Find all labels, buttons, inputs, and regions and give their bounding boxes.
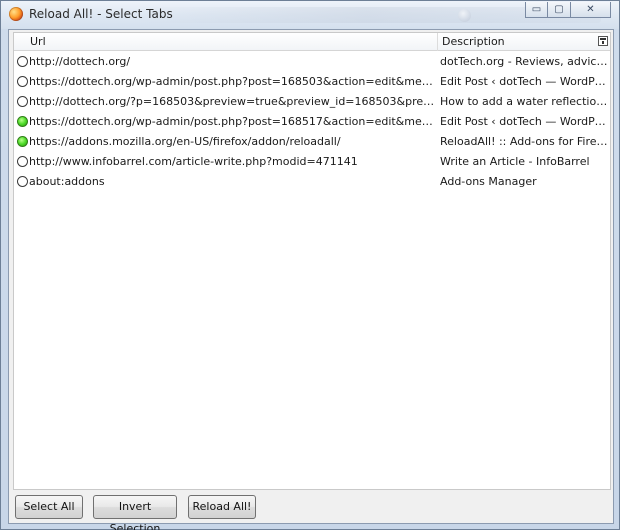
maximize-button[interactable]: ▢ [548, 2, 571, 18]
reload-all-button[interactable]: Reload All! [188, 495, 256, 519]
column-picker-icon[interactable] [598, 36, 608, 46]
row-select-radio[interactable] [17, 136, 28, 147]
row-select-radio[interactable] [17, 176, 28, 187]
window-title: Reload All! - Select Tabs [29, 7, 173, 21]
select-all-button[interactable]: Select All [15, 495, 83, 519]
window-controls: ▭ ▢ ✕ [525, 2, 611, 20]
column-header-description[interactable]: Description [438, 33, 594, 51]
background-ghost-icon [458, 9, 471, 22]
row-select-radio[interactable] [17, 96, 28, 107]
row-description: Edit Post ‹ dotTech — WordPress [440, 75, 608, 88]
row-description: Write an Article - InfoBarrel [440, 155, 590, 168]
tabs-list[interactable]: Url Description http://dottech.org/dotTe… [13, 32, 611, 490]
close-icon: ✕ [586, 3, 595, 15]
close-button[interactable]: ✕ [571, 2, 611, 18]
minimize-button[interactable]: ▭ [525, 2, 548, 18]
row-description: dotTech.org - Reviews, advice, tip... [440, 55, 608, 68]
row-url: https://dottech.org/wp-admin/post.php?po… [29, 115, 438, 128]
list-rows: http://dottech.org/dotTech.org - Reviews… [14, 52, 610, 192]
dialog-content: Url Description http://dottech.org/dotTe… [8, 29, 614, 530]
maximize-icon: ▢ [554, 3, 564, 15]
row-url: http://dottech.org/?p=168503&preview=tru… [29, 95, 438, 108]
button-bar: Select All Invert Selection Reload All! [9, 493, 613, 530]
table-row[interactable]: about:addons Add-ons Manager [14, 172, 610, 192]
row-url: https://dottech.org/wp-admin/post.php?po… [29, 75, 438, 88]
row-url: about:addons [29, 175, 105, 188]
row-description: How to add a water reflection effe... [440, 95, 608, 108]
row-url: http://www.infobarrel.com/article-write.… [29, 155, 358, 168]
table-row[interactable]: https://dottech.org/wp-admin/post.php?po… [14, 112, 610, 132]
table-row[interactable]: http://www.infobarrel.com/article-write.… [14, 152, 610, 172]
firefox-icon [9, 7, 23, 21]
column-header-url[interactable]: Url [14, 33, 438, 51]
row-url: http://dottech.org/ [29, 55, 131, 68]
row-description: ReloadAll! :: Add-ons for Firefox [440, 135, 608, 148]
invert-selection-button[interactable]: Invert Selection [93, 495, 177, 530]
table-row[interactable]: https://addons.mozilla.org/en-US/firefox… [14, 132, 610, 152]
row-description: Edit Post ‹ dotTech — WordPress [440, 115, 608, 128]
row-url: https://addons.mozilla.org/en-US/firefox… [29, 135, 341, 148]
title-bar[interactable]: Reload All! - Select Tabs ▭ ▢ ✕ [1, 1, 619, 29]
row-description: Add-ons Manager [440, 175, 537, 188]
row-select-radio[interactable] [17, 116, 28, 127]
table-row[interactable]: http://dottech.org/dotTech.org - Reviews… [14, 52, 610, 72]
row-select-radio[interactable] [17, 156, 28, 167]
list-header: Url Description [14, 33, 610, 51]
table-row[interactable]: https://dottech.org/wp-admin/post.php?po… [14, 72, 610, 92]
dialog-window: Reload All! - Select Tabs ▭ ▢ ✕ Url Desc… [0, 0, 620, 530]
row-select-radio[interactable] [17, 56, 28, 67]
minimize-icon: ▭ [531, 3, 542, 15]
table-row[interactable]: http://dottech.org/?p=168503&preview=tru… [14, 92, 610, 112]
row-select-radio[interactable] [17, 76, 28, 87]
